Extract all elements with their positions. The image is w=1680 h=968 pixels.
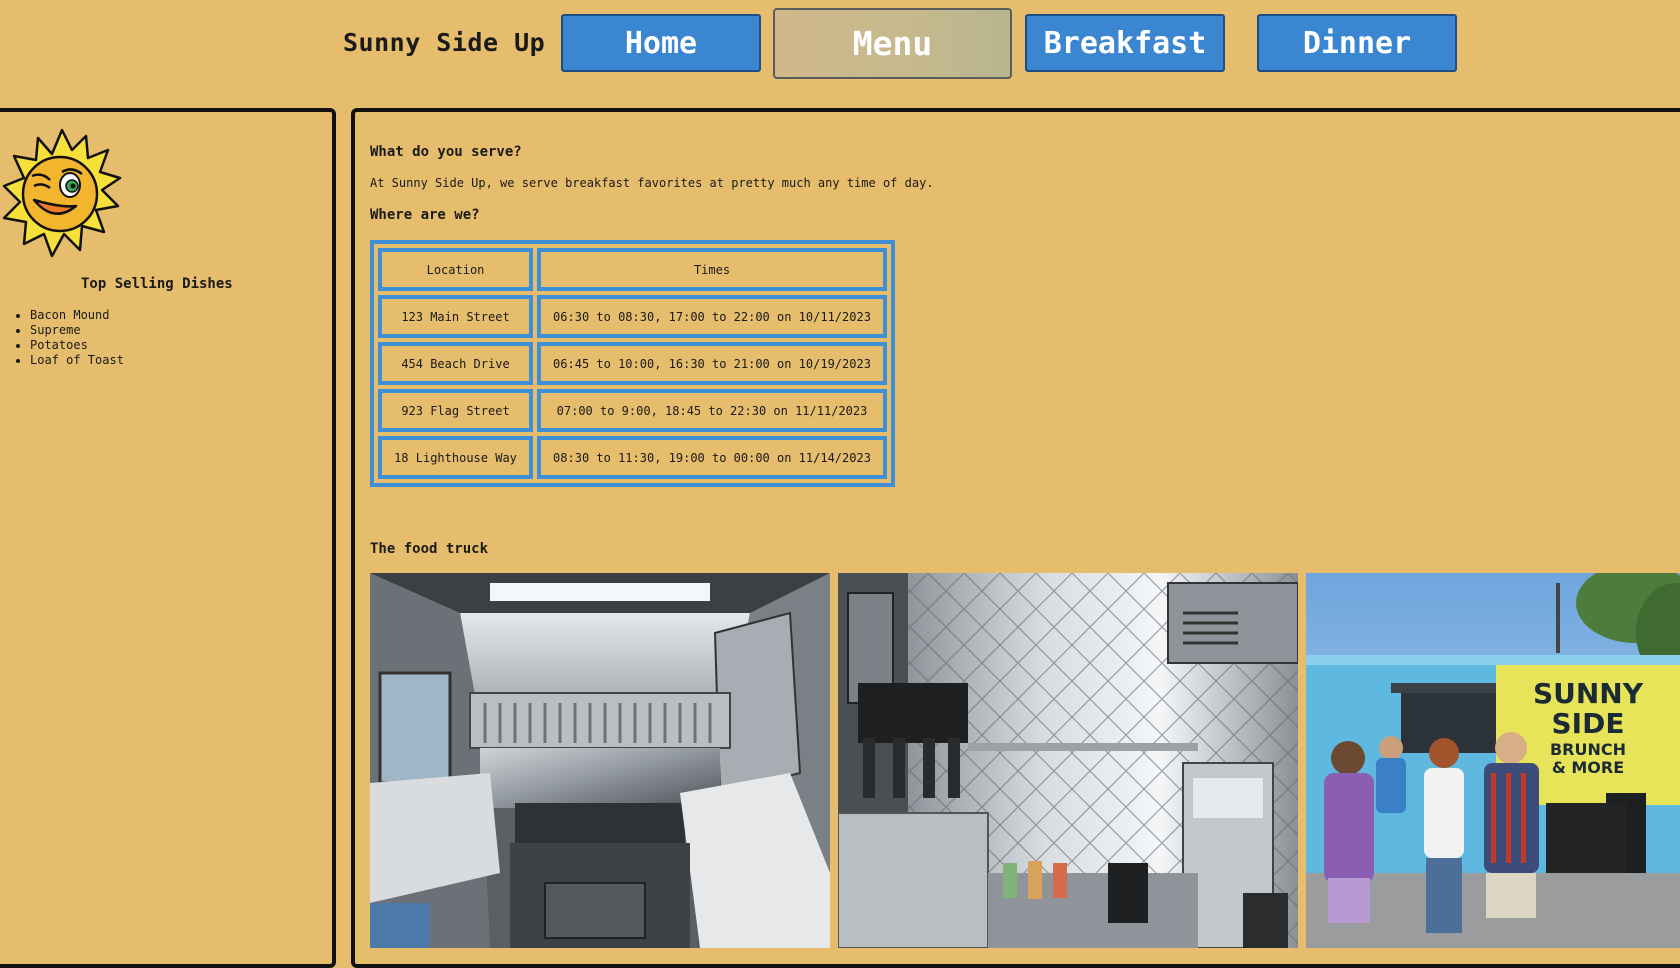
- serve-heading: What do you serve?: [370, 144, 522, 160]
- table-header-row: Location Times: [378, 248, 887, 291]
- food-truck-heading: The food truck: [370, 541, 489, 557]
- where-heading: Where are we?: [370, 207, 480, 223]
- list-item: Potatoes: [30, 338, 124, 353]
- truck-equipment-photo: [838, 573, 1298, 948]
- nav-breakfast-button[interactable]: Breakfast: [1025, 14, 1225, 72]
- sun-logo-icon: [2, 128, 122, 258]
- header-times: Times: [537, 248, 887, 291]
- table-cell-times: 07:00 to 9:00, 18:45 to 22:30 on 11/11/2…: [537, 389, 887, 432]
- nav-dinner-button[interactable]: Dinner: [1257, 14, 1457, 72]
- table-cell-location: 18 Lighthouse Way: [378, 436, 533, 479]
- nav-home-button[interactable]: Home: [561, 14, 761, 72]
- truck-sign-line4: & MORE: [1552, 758, 1624, 777]
- top-navigation: Sunny Side Up Home Menu Breakfast Dinner: [0, 0, 1680, 100]
- table-cell-location: 454 Beach Drive: [378, 342, 533, 385]
- truck-exterior-photo: SUNNY SIDE BRUNCH & MORE: [1306, 573, 1680, 948]
- nav-menu-button[interactable]: Menu: [773, 8, 1012, 79]
- table-cell-location: 123 Main Street: [378, 295, 533, 338]
- table-row: 18 Lighthouse Way 08:30 to 11:30, 19:00 …: [378, 436, 887, 479]
- table-row: 454 Beach Drive 06:45 to 10:00, 16:30 to…: [378, 342, 887, 385]
- table-cell-location: 923 Flag Street: [378, 389, 533, 432]
- truck-sign-line2: SIDE: [1552, 707, 1625, 740]
- table-row: 123 Main Street 06:30 to 08:30, 17:00 to…: [378, 295, 887, 338]
- truck-kitchen-photo: [370, 573, 830, 948]
- table-cell-times: 08:30 to 11:30, 19:00 to 00:00 on 11/14/…: [537, 436, 887, 479]
- table-cell-times: 06:45 to 10:00, 16:30 to 21:00 on 10/19/…: [537, 342, 887, 385]
- table-cell-times: 06:30 to 08:30, 17:00 to 22:00 on 10/11/…: [537, 295, 887, 338]
- table-row: 923 Flag Street 07:00 to 9:00, 18:45 to …: [378, 389, 887, 432]
- truck-sign-line1: SUNNY: [1533, 677, 1644, 710]
- list-item: Loaf of Toast: [30, 353, 124, 368]
- list-item: Supreme: [30, 323, 124, 338]
- truck-sign-line3: BRUNCH: [1550, 740, 1626, 759]
- list-item: Bacon Mound: [30, 308, 124, 323]
- locations-table: Location Times 123 Main Street 06:30 to …: [370, 240, 895, 487]
- top-dishes-list: Bacon Mound Supreme Potatoes Loaf of Toa…: [10, 308, 124, 368]
- site-brand: Sunny Side Up: [343, 28, 546, 57]
- serve-text: At Sunny Side Up, we serve breakfast fav…: [370, 176, 934, 190]
- header-location: Location: [378, 248, 533, 291]
- top-dishes-title: Top Selling Dishes: [81, 276, 233, 292]
